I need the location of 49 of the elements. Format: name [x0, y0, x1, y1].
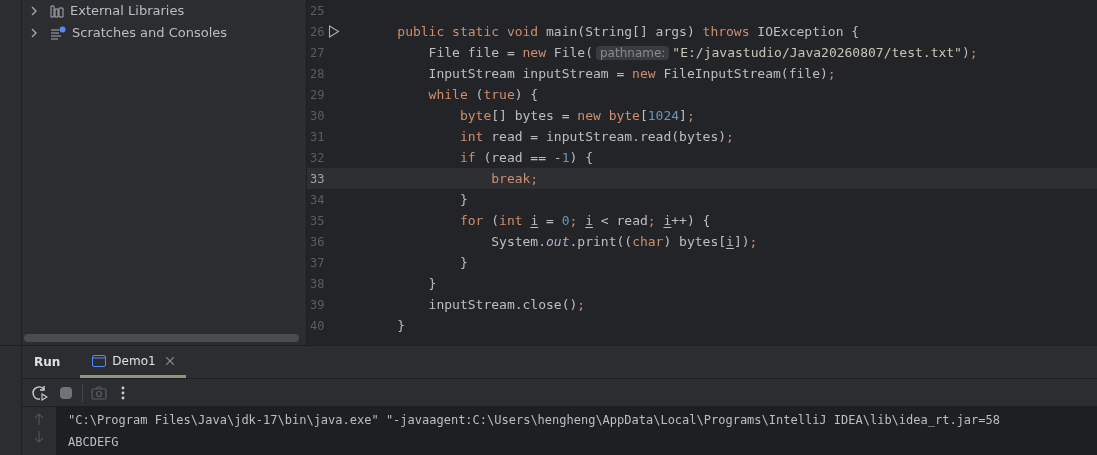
- line-number: 36: [310, 233, 325, 251]
- line-number: 25: [310, 2, 325, 20]
- close-icon[interactable]: [165, 356, 174, 365]
- line-number: 38: [310, 275, 325, 293]
- library-icon: [50, 4, 64, 18]
- code-line: if (read == -1) {: [458, 149, 593, 167]
- line-number: 30: [310, 107, 325, 125]
- run-icon[interactable]: [328, 25, 341, 38]
- line-number: 32: [310, 149, 325, 167]
- camera-icon: [91, 385, 107, 400]
- code-line: inputStream.close();: [427, 296, 586, 314]
- line-number: 28: [310, 65, 325, 83]
- chevron-right-icon[interactable]: [30, 6, 38, 16]
- line-number: 34: [310, 191, 325, 209]
- line-number: 29: [310, 86, 325, 104]
- code-line: File file = new File( pathname: "E:/javastudio/Java20260807/test.txt");: [427, 43, 978, 62]
- line-number: 33: [310, 170, 325, 188]
- code-line: break;: [490, 170, 539, 188]
- console-icon: [92, 354, 107, 367]
- tree-item[interactable]: External Libraries: [22, 0, 306, 22]
- code-line: byte[] bytes = new byte[1024];: [458, 107, 695, 125]
- more-icon: [121, 385, 125, 400]
- code-line: }: [427, 275, 437, 293]
- chevron-right-icon[interactable]: [30, 28, 38, 38]
- code-line: for (int i = 0; i < read; i++) {: [458, 212, 711, 230]
- code-line: }: [458, 254, 468, 272]
- line-number: 35: [310, 212, 325, 230]
- code-line: }: [458, 191, 468, 209]
- horizontal-scrollbar[interactable]: [24, 334, 299, 342]
- run-tab[interactable]: Demo1: [80, 346, 186, 378]
- code-line: while (true) {: [427, 86, 539, 104]
- line-number: 39: [310, 296, 325, 314]
- tree-item[interactable]: Scratches and Consoles: [22, 22, 306, 44]
- console-line: ABCDEFG: [68, 434, 120, 451]
- stop-icon: [60, 386, 72, 399]
- code-line: System.out.print((char) bytes[i]);: [490, 233, 758, 251]
- line-number: 26: [310, 23, 325, 41]
- line-number: 27: [310, 44, 325, 62]
- line-number: 40: [310, 317, 325, 335]
- line-number: 31: [310, 128, 325, 146]
- code-line: int read = inputStream.read(bytes);: [458, 128, 734, 146]
- code-line: public static void main(String[] args) throws IOException {: [396, 23, 860, 41]
- line-number: 37: [310, 254, 325, 272]
- scratches-icon: [50, 26, 66, 40]
- code-line: }: [396, 317, 406, 335]
- code-line: InputStream inputStream = new FileInputStream(file);: [427, 65, 836, 83]
- console-line: "C:\Program Files\Java\jdk-17\bin\java.exe" "-javaagent:C:\Users\hengheng\AppData\Local\Programs\IntelliJ IDEA\lib\idea_rt.jar=58: [68, 412, 1001, 429]
- rerun-icon: [32, 384, 48, 401]
- panel-title: Run: [34, 354, 61, 371]
